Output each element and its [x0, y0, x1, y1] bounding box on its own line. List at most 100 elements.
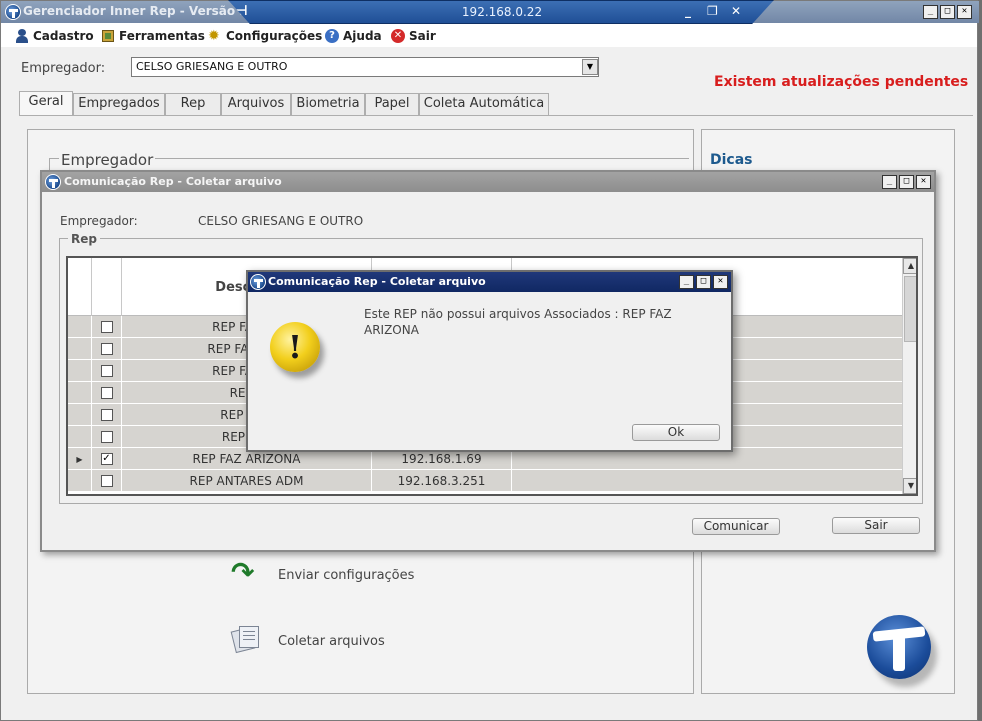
menu-configuracoes[interactable]: ✹ Configurações	[208, 27, 322, 45]
employer-label: Empregador:	[21, 61, 106, 76]
row-checkbox[interactable]	[100, 431, 113, 443]
rep-dialog-title: Comunicação Rep - Coletar arquivo	[64, 175, 282, 188]
employer-select[interactable]: CELSO GRIESANG E OUTRO ▼	[131, 57, 599, 77]
menu-sair[interactable]: ✕ Sair	[391, 27, 436, 45]
pending-updates-notice[interactable]: Existem atualizações pendentes	[714, 74, 968, 90]
send-config-label: Enviar configurações	[278, 568, 415, 583]
grid-header-indicator	[68, 258, 92, 316]
logo-stem	[893, 633, 905, 671]
collect-files-icon	[230, 623, 261, 654]
message-box-minimize-button[interactable]: _	[679, 275, 694, 289]
collect-files-label: Coletar arquivos	[278, 634, 385, 649]
exit-button[interactable]: Sair	[832, 517, 920, 534]
rdp-close-icon[interactable]: ✕	[731, 4, 741, 18]
dicas-title: Dicas	[710, 152, 753, 168]
row-check-cell	[92, 338, 122, 360]
row-check-cell	[92, 404, 122, 426]
row-checkbox[interactable]	[100, 387, 113, 399]
message-box-close-button[interactable]: ✕	[713, 275, 728, 289]
user-icon	[15, 29, 29, 43]
row-checkbox[interactable]	[100, 475, 113, 487]
tab-rep[interactable]: Rep	[165, 93, 221, 115]
menu-ajuda[interactable]: ? Ajuda	[325, 27, 382, 45]
rep-dialog-maximize-button[interactable]: □	[899, 175, 914, 189]
row-indicator	[68, 470, 92, 492]
rep-employer-value: CELSO GRIESANG E OUTRO	[198, 214, 364, 228]
tab-empregados[interactable]: Empregados	[73, 93, 165, 115]
row-ip: 192.168.3.251	[372, 470, 512, 492]
tab-geral[interactable]: Geral	[19, 91, 73, 116]
minimize-button[interactable]: _	[923, 5, 938, 19]
send-config-icon: ↷	[231, 556, 255, 589]
menu-ferramentas[interactable]: Ferramentas	[101, 27, 205, 45]
row-indicator	[68, 360, 92, 382]
row-check-cell	[92, 360, 122, 382]
rdp-restore-icon[interactable]: ❐	[707, 4, 718, 18]
menu-configuracoes-label: Configurações	[226, 29, 323, 43]
tab-papel[interactable]: Papel	[365, 93, 419, 115]
menu-cadastro-label: Cadastro	[33, 29, 94, 43]
scroll-down-icon[interactable]: ▼	[903, 478, 916, 494]
rep-group-title: Rep	[68, 232, 100, 246]
message-text: Este REP não possui arquivos Associados …	[364, 307, 672, 337]
warning-icon: !	[270, 322, 320, 372]
remote-address: 192.168.0.22	[461, 5, 543, 19]
row-check-cell	[92, 426, 122, 448]
remote-desktop-bar: ⊣ 192.168.0.22 _ ❐ ✕	[228, 0, 774, 24]
message-box-title-bar[interactable]: Comunicação Rep - Coletar arquivo _ □ ✕	[248, 272, 731, 292]
window-title: Gerenciador Inner Rep - Versão 5...	[23, 4, 262, 18]
menu-bar: Cadastro Ferramentas ✹ Configurações ? A…	[1, 23, 977, 47]
row-checkbox[interactable]	[100, 343, 113, 355]
tab-coleta-automatica[interactable]: Coleta Automática	[419, 93, 549, 115]
exit-icon: ✕	[391, 29, 405, 43]
ok-button[interactable]: Ok	[632, 424, 720, 441]
row-checkbox[interactable]	[100, 321, 113, 333]
row-description: REP ANTARES ADM	[122, 470, 372, 492]
row-check-cell: ✓	[92, 448, 122, 470]
gear-icon: ✹	[208, 28, 220, 44]
tab-strip-divider	[19, 115, 973, 116]
row-indicator	[68, 426, 92, 448]
grid-header-check	[92, 258, 122, 316]
scroll-up-icon[interactable]: ▲	[903, 258, 916, 274]
collect-files-action[interactable]: Coletar arquivos	[227, 621, 427, 657]
row-checkbox[interactable]	[100, 365, 113, 377]
rep-dialog-title-bar[interactable]: Comunicação Rep - Coletar arquivo _ □ ✕	[42, 172, 934, 192]
company-logo	[867, 615, 931, 679]
menu-ferramentas-label: Ferramentas	[119, 29, 205, 43]
communicate-button[interactable]: Comunicar	[692, 518, 780, 535]
grid-scrollbar[interactable]: ▲ ▼	[902, 258, 916, 494]
table-row[interactable]: REP ANTARES ADM 192.168.3.251	[68, 470, 902, 492]
rep-dialog-minimize-button[interactable]: _	[882, 175, 897, 189]
menu-cadastro[interactable]: Cadastro	[15, 27, 94, 45]
employer-select-value: CELSO GRIESANG E OUTRO	[136, 60, 288, 73]
close-button[interactable]: ✕	[957, 5, 972, 19]
send-config-action[interactable]: ↷ Enviar configurações	[227, 557, 427, 593]
help-icon: ?	[325, 29, 339, 43]
chevron-down-icon[interactable]: ▼	[582, 59, 598, 75]
row-check-cell	[92, 382, 122, 404]
row-indicator	[68, 338, 92, 360]
row-checkbox[interactable]: ✓	[100, 453, 113, 465]
rep-dialog-close-button[interactable]: ✕	[916, 175, 931, 189]
message-box: Comunicação Rep - Coletar arquivo _ □ ✕ …	[246, 270, 733, 452]
app-icon	[250, 274, 266, 290]
row-check-cell	[92, 316, 122, 338]
maximize-button[interactable]: □	[940, 5, 955, 19]
menu-sair-label: Sair	[409, 29, 436, 43]
tab-biometria[interactable]: Biometria	[291, 93, 365, 115]
row-checkbox[interactable]	[100, 409, 113, 421]
message-box-maximize-button[interactable]: □	[696, 275, 711, 289]
rdp-minimize-icon[interactable]: _	[685, 4, 691, 18]
exclamation-mark: !	[287, 328, 303, 366]
empregador-group-title: Empregador	[59, 151, 156, 169]
row-check-cell	[92, 470, 122, 492]
row-indicator	[68, 316, 92, 338]
rep-employer-label: Empregador:	[60, 214, 138, 228]
menu-ajuda-label: Ajuda	[343, 29, 382, 43]
tab-arquivos[interactable]: Arquivos	[221, 93, 291, 115]
row-indicator	[68, 382, 92, 404]
tools-icon	[101, 29, 115, 43]
scroll-thumb[interactable]	[904, 276, 916, 342]
message-box-title: Comunicação Rep - Coletar arquivo	[268, 275, 486, 288]
